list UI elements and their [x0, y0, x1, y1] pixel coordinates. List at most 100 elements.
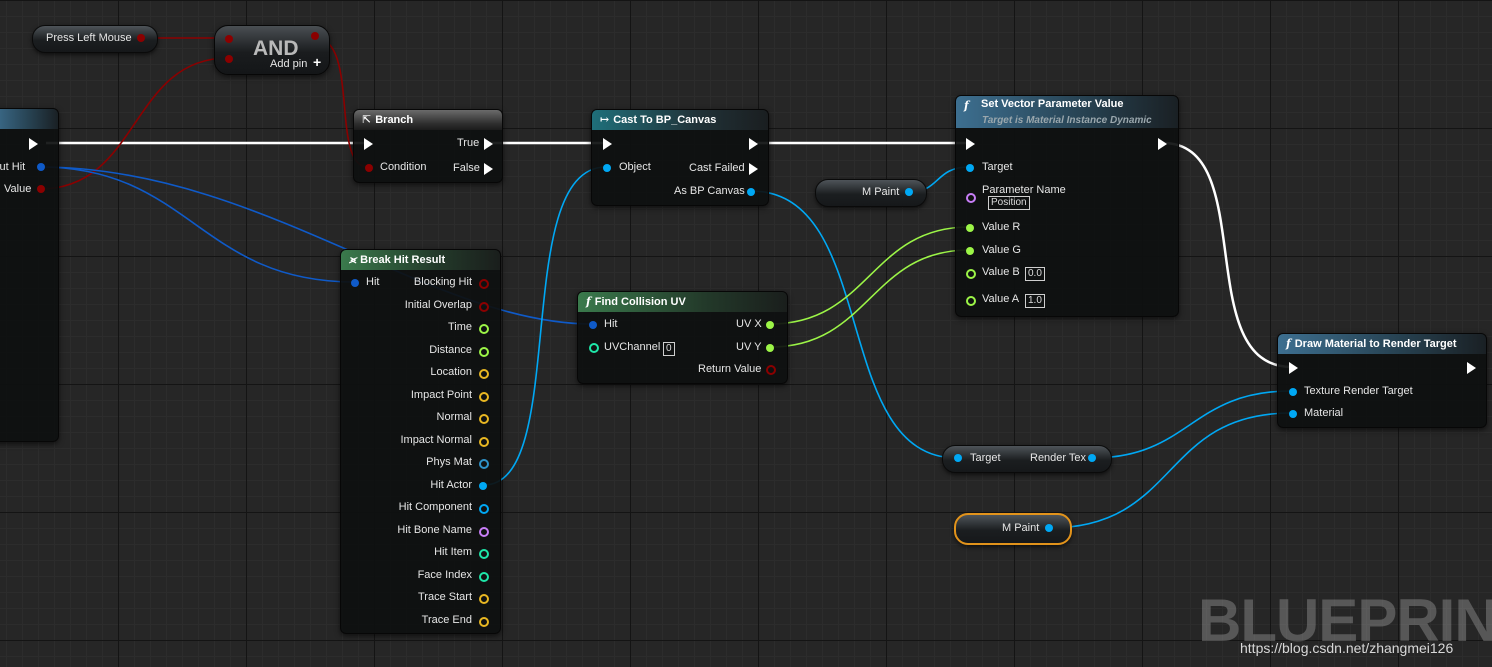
break-hit-output-pin[interactable]	[479, 346, 489, 357]
find-uv-uvchannel-input[interactable]: 0	[663, 342, 675, 356]
break-hit-output-label: Impact Normal	[400, 433, 472, 446]
set-vector-param-name-pin[interactable]	[966, 193, 976, 203]
cast-failed-label: Cast Failed	[689, 162, 745, 174]
break-hit-header: ⪤ Break Hit Result	[341, 250, 500, 270]
exec-wire	[1162, 141, 1293, 369]
draw-material-exec-out-pin[interactable]	[1467, 362, 1476, 374]
break-hit-output-pin[interactable]	[479, 526, 489, 537]
set-vector-value-r-label: Value R	[982, 221, 1021, 233]
find-uv-return-label: Return Value	[698, 363, 762, 375]
break-hit-output-pin[interactable]	[479, 436, 489, 447]
set-vector-value-a-input[interactable]: 1.0	[1025, 294, 1045, 308]
cast-exec-out-pin[interactable]	[749, 138, 758, 150]
set-vector-target-pin[interactable]	[966, 164, 974, 172]
break-hit-output-pin[interactable]	[479, 549, 489, 559]
press-left-mouse-label: Press Left Mouse	[46, 32, 132, 44]
cast-as-canvas-pin[interactable]	[747, 188, 755, 196]
function-icon: f	[586, 295, 591, 308]
find-uv-uvy-pin[interactable]	[766, 344, 774, 352]
break-hit-output-pin[interactable]	[479, 279, 489, 289]
set-vector-exec-in-pin[interactable]	[966, 138, 975, 150]
break-hit-output-pin[interactable]	[479, 459, 489, 469]
break-hit-input-pin[interactable]	[351, 279, 359, 287]
render-tex-output-pin[interactable]	[1088, 454, 1096, 462]
find-uv-header: f Find Collision UV	[578, 292, 787, 312]
break-hit-output-label: Location	[430, 366, 472, 378]
cast-exec-in-pin[interactable]	[603, 138, 612, 150]
branch-condition-pin[interactable]	[365, 164, 373, 172]
break-hit-output-label: Blocking Hit	[413, 276, 472, 288]
draw-material-material-pin[interactable]	[1289, 410, 1297, 418]
m-paint-bottom-node[interactable]: M Paint	[954, 513, 1072, 545]
find-uv-uvx-label: UV X	[736, 318, 762, 330]
cast-header: ↦ Cast To BP_Canvas	[592, 110, 768, 130]
line-trace-node[interactable]: Out Hit Value	[0, 108, 59, 442]
line-trace-out-hit-pin[interactable]	[37, 163, 45, 171]
break-hit-output-pin[interactable]	[479, 504, 489, 514]
break-hit-output-pin[interactable]	[479, 594, 489, 604]
break-hit-output-label: Trace End	[421, 613, 472, 626]
render-tex-target-pin[interactable]	[954, 454, 962, 462]
set-vector-subtitle: Target is Material Instance Dynamic	[982, 115, 1152, 126]
break-hit-output-label: Phys Mat	[426, 456, 472, 468]
render-tex-node[interactable]: Target Render Tex	[942, 445, 1112, 473]
break-hit-node[interactable]: ⪤ Break Hit Result Hit Blocking Hit Initia…	[340, 249, 501, 634]
branch-false-pin[interactable]	[484, 163, 493, 175]
draw-material-node[interactable]: f Draw Material to Render Target Texture …	[1277, 333, 1487, 428]
branch-header: ⇱ Branch	[354, 110, 502, 130]
set-vector-value-a-pin[interactable]	[966, 296, 976, 306]
m-paint-top-pin[interactable]	[905, 188, 913, 196]
line-trace-header	[0, 109, 58, 129]
set-vector-value-g-pin[interactable]	[966, 247, 974, 255]
line-trace-out-hit-label: Out Hit	[0, 161, 26, 173]
find-uv-return-pin[interactable]	[766, 365, 776, 375]
find-uv-uvy-label: UV Y	[736, 341, 762, 353]
line-trace-return-value-pin[interactable]	[37, 185, 45, 193]
break-hit-output-pin[interactable]	[479, 414, 489, 424]
and-node[interactable]: AND Add pin +	[214, 25, 330, 75]
set-vector-value-b-input[interactable]: 0.0	[1025, 267, 1045, 281]
add-pin-label[interactable]: Add pin	[270, 58, 307, 71]
find-uv-hit-pin[interactable]	[589, 321, 597, 329]
branch-exec-in-pin[interactable]	[364, 138, 373, 150]
m-paint-bottom-pin[interactable]	[1045, 524, 1053, 532]
line-trace-exec-out-pin[interactable]	[29, 138, 38, 150]
break-hit-output-pin[interactable]	[479, 481, 487, 490]
and-output-pin[interactable]	[311, 32, 319, 40]
cast-object-pin[interactable]	[603, 164, 611, 172]
draw-material-exec-in-pin[interactable]	[1289, 362, 1298, 374]
set-vector-value-r-pin[interactable]	[966, 224, 974, 232]
break-hit-output-label: Hit Item	[434, 546, 472, 558]
draw-material-texture-pin[interactable]	[1289, 388, 1297, 396]
draw-material-header: f Draw Material to Render Target	[1278, 334, 1486, 354]
branch-node[interactable]: ⇱ Branch True Condition False	[353, 109, 503, 183]
set-vector-node[interactable]: f Set Vector Parameter Value Target is Ma…	[955, 95, 1179, 317]
press-left-mouse-pin[interactable]	[137, 34, 145, 42]
find-uv-uvx-pin[interactable]	[766, 321, 774, 329]
set-vector-value-a-label: Value A	[982, 293, 1020, 305]
break-hit-output-pin[interactable]	[479, 324, 489, 334]
press-left-mouse-node[interactable]: Press Left Mouse	[32, 25, 158, 53]
break-hit-output-pin[interactable]	[479, 616, 489, 627]
break-hit-title: Break Hit Result	[360, 254, 446, 266]
and-input-a-pin[interactable]	[225, 35, 233, 43]
function-icon: f	[964, 99, 969, 112]
and-title: AND	[253, 37, 299, 60]
set-vector-value-b-pin[interactable]	[966, 269, 976, 279]
find-uv-node[interactable]: f Find Collision UV Hit UV X UVChannel 0 …	[577, 291, 788, 384]
break-hit-output-pin[interactable]	[479, 369, 489, 379]
set-vector-exec-out-pin[interactable]	[1158, 138, 1167, 150]
add-pin-plus-icon[interactable]: +	[313, 54, 321, 70]
break-hit-output-label: Distance	[429, 343, 472, 356]
cast-node[interactable]: ↦ Cast To BP_Canvas Object Cast Failed As…	[591, 109, 769, 206]
set-vector-value-b-label: Value B	[982, 266, 1020, 278]
break-hit-output-pin[interactable]	[479, 571, 489, 582]
find-uv-uvchannel-pin[interactable]	[589, 343, 599, 353]
m-paint-top-node[interactable]: M Paint	[815, 179, 927, 207]
break-hit-output-pin[interactable]	[479, 391, 489, 402]
set-vector-param-name-input[interactable]: Position	[988, 196, 1030, 210]
branch-true-pin[interactable]	[484, 138, 493, 150]
cast-failed-pin[interactable]	[749, 163, 758, 175]
break-hit-output-pin[interactable]	[479, 301, 489, 312]
and-input-b-pin[interactable]	[225, 55, 233, 63]
